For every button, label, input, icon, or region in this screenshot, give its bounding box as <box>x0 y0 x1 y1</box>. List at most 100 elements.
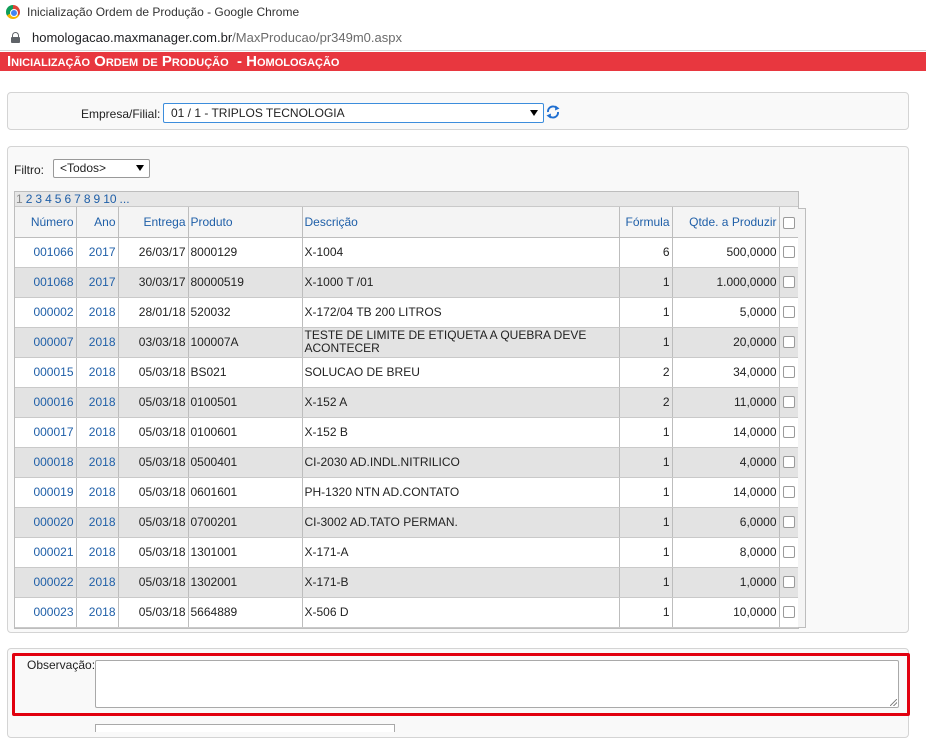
url-path[interactable]: /MaxProducao/pr349m0.aspx <box>232 30 402 45</box>
pager-page-link[interactable]: 7 <box>74 192 81 206</box>
cell-select[interactable] <box>779 237 799 268</box>
row-checkbox[interactable] <box>782 576 795 589</box>
column-header-qtde[interactable]: Qtde. a Produzir <box>672 207 780 238</box>
cell-descricao: X-171-B <box>302 567 620 598</box>
cell-numero[interactable]: 000007 <box>15 327 77 358</box>
pager-page-link[interactable]: 9 <box>94 192 101 206</box>
cell-select[interactable] <box>779 507 799 538</box>
cell-select[interactable] <box>779 327 799 358</box>
row-checkbox[interactable] <box>782 606 795 619</box>
cell-select[interactable] <box>779 297 799 328</box>
pager-page-more[interactable]: ... <box>120 192 130 206</box>
cell-select[interactable] <box>779 387 799 418</box>
pager-page-link[interactable]: 6 <box>64 192 71 206</box>
row-checkbox[interactable] <box>782 336 795 349</box>
cell-numero[interactable]: 000021 <box>15 537 77 568</box>
cell-select[interactable] <box>779 417 799 448</box>
cell-numero[interactable]: 000016 <box>15 387 77 418</box>
table-row[interactable]: 000017 2018 05/03/18 0100601 X-152 B 1 14,0000 <box>15 417 799 448</box>
row-checkbox[interactable] <box>782 306 795 319</box>
cell-ano[interactable]: 2018 <box>76 507 119 538</box>
company-select[interactable]: 01 / 1 - TRIPLOS TECNOLOGIA <box>163 103 544 123</box>
row-checkbox[interactable] <box>782 486 795 499</box>
cell-ano[interactable]: 2018 <box>76 537 119 568</box>
row-checkbox[interactable] <box>782 516 795 529</box>
cell-select[interactable] <box>779 537 799 568</box>
cell-select[interactable] <box>779 567 799 598</box>
column-header-entrega[interactable]: Entrega <box>118 207 189 238</box>
row-checkbox[interactable] <box>782 246 795 259</box>
column-header-numero[interactable]: Número <box>15 207 77 238</box>
row-checkbox[interactable] <box>782 366 795 379</box>
column-header-produto[interactable]: Produto <box>188 207 303 238</box>
cell-ano[interactable]: 2018 <box>76 357 119 388</box>
cell-ano[interactable]: 2017 <box>76 237 119 268</box>
table-row[interactable]: 000019 2018 05/03/18 0601601 PH-1320 NTN AD.… <box>15 477 799 508</box>
table-row[interactable]: 001066 2017 26/03/17 8000129 X-1004 6 500,0000 <box>15 237 799 268</box>
cell-numero[interactable]: 000018 <box>15 447 77 478</box>
select-all-checkbox[interactable] <box>782 216 795 229</box>
column-header-formula[interactable]: Fórmula <box>619 207 673 238</box>
select-all-checkbox-cell[interactable] <box>779 207 799 238</box>
table-row[interactable]: 000022 2018 05/03/18 1302001 X-171-B 1 1,0000 <box>15 567 799 598</box>
cell-numero[interactable]: 000002 <box>15 297 77 328</box>
cell-select[interactable] <box>779 597 799 628</box>
url-host[interactable]: homologacao.maxmanager.com.br <box>32 30 232 45</box>
row-checkbox[interactable] <box>782 426 795 439</box>
filter-select[interactable]: <Todos> <box>53 159 150 178</box>
cell-ano[interactable]: 2018 <box>76 387 119 418</box>
cell-ano[interactable]: 2018 <box>76 417 119 448</box>
cell-numero[interactable]: 000015 <box>15 357 77 388</box>
pager-page-link[interactable]: 5 <box>55 192 62 206</box>
address-bar[interactable]: homologacao.maxmanager.com.br/MaxProduca… <box>0 24 926 51</box>
row-checkbox[interactable] <box>782 546 795 559</box>
cell-select[interactable] <box>779 267 799 298</box>
row-checkbox[interactable] <box>782 456 795 469</box>
grid-scrollbar[interactable] <box>798 208 806 628</box>
cell-select[interactable] <box>779 357 799 388</box>
cell-numero[interactable]: 001068 <box>15 267 77 298</box>
cell-ano[interactable]: 2018 <box>76 477 119 508</box>
pager-page-link[interactable]: 3 <box>35 192 42 206</box>
cell-numero[interactable]: 000020 <box>15 507 77 538</box>
cell-numero[interactable]: 000017 <box>15 417 77 448</box>
chevron-down-icon <box>530 110 538 116</box>
pager-page-link[interactable]: 8 <box>84 192 91 206</box>
cell-ano[interactable]: 2018 <box>76 297 119 328</box>
table-row[interactable]: 001068 2017 30/03/17 80000519 X-1000 T /01 1 1… <box>15 267 799 298</box>
cell-ano[interactable]: 2018 <box>76 327 119 358</box>
cell-select[interactable] <box>779 477 799 508</box>
cell-ano[interactable]: 2017 <box>76 267 119 298</box>
table-row[interactable]: 000021 2018 05/03/18 1301001 X-171-A 1 8,0000 <box>15 537 799 568</box>
pager: 1 2 3 4 5 6 7 8 9 10... <box>15 192 798 207</box>
table-row[interactable]: 000018 2018 05/03/18 0500401 CI-2030 AD.INDL… <box>15 447 799 478</box>
table-row[interactable]: 000016 2018 05/03/18 0100501 X-152 A 2 11,0000 <box>15 387 799 418</box>
cell-select[interactable] <box>779 447 799 478</box>
cell-numero[interactable]: 000023 <box>15 597 77 628</box>
pager-page-link[interactable]: 4 <box>45 192 52 206</box>
table-row[interactable]: 000002 2018 28/01/18 520032 X-172/04 TB 200 … <box>15 297 799 328</box>
cell-ano[interactable]: 2018 <box>76 447 119 478</box>
column-header-descricao[interactable]: Descrição <box>302 207 620 238</box>
cell-produto: 0100501 <box>188 387 303 418</box>
cell-numero[interactable]: 000019 <box>15 477 77 508</box>
next-field[interactable] <box>95 724 395 732</box>
cell-ano[interactable]: 2018 <box>76 597 119 628</box>
table-row[interactable]: 000020 2018 05/03/18 0700201 CI-3002 AD.TATO… <box>15 507 799 538</box>
table-row[interactable]: 000015 2018 05/03/18 BS021 SOLUCAO DE BREU 2 3… <box>15 357 799 388</box>
row-checkbox[interactable] <box>782 276 795 289</box>
column-header-ano[interactable]: Ano <box>76 207 119 238</box>
pager-page-link[interactable]: 10 <box>103 192 116 206</box>
cell-numero[interactable]: 000022 <box>15 567 77 598</box>
cell-qtde: 20,0000 <box>672 327 780 358</box>
table-row[interactable]: 000023 2018 05/03/18 5664889 X-506 D 1 10,0000 <box>15 597 799 628</box>
refresh-icon[interactable] <box>545 104 561 120</box>
cell-descricao: CI-3002 AD.TATO PERMAN. <box>302 507 620 538</box>
row-checkbox[interactable] <box>782 396 795 409</box>
table-row[interactable]: 000007 2018 03/03/18 100007A TESTE DE LIMITE… <box>15 327 799 358</box>
cell-ano[interactable]: 2018 <box>76 567 119 598</box>
pager-page-link[interactable]: 2 <box>26 192 33 206</box>
chevron-down-icon <box>136 165 144 171</box>
cell-numero[interactable]: 001066 <box>15 237 77 268</box>
lock-icon[interactable] <box>11 31 20 43</box>
